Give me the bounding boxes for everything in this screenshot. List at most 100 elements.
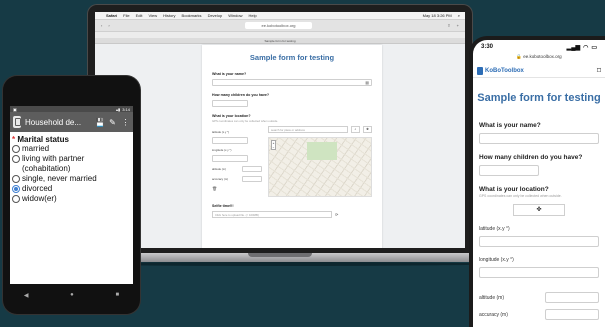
address-bar[interactable]: ee.kobotoolbox.org xyxy=(116,22,442,29)
question-children: How many children do you have? xyxy=(212,93,372,107)
app-title: Household de... xyxy=(25,117,82,127)
form-title: Sample form for testing xyxy=(249,53,335,62)
refresh-icon[interactable]: ⟳ xyxy=(335,212,338,217)
radio-option-divorced[interactable]: divorced xyxy=(12,184,131,194)
latitude-input[interactable] xyxy=(479,236,599,247)
altitude-input[interactable] xyxy=(242,166,262,172)
latitude-label: latitude (x.y °) xyxy=(212,130,230,134)
address-text: ee.kobotoolbox.org xyxy=(523,54,562,59)
locate-button[interactable]: ✜ xyxy=(513,204,565,216)
zoom-control[interactable]: + − xyxy=(271,140,276,150)
home-nav-icon[interactable]: ● xyxy=(70,292,74,298)
more-icon[interactable]: ⋮ xyxy=(121,118,130,127)
menu-help[interactable]: Help xyxy=(248,13,256,18)
status-time: 3:30 xyxy=(481,44,494,50)
android-form-body: * Marital status married living with par… xyxy=(10,132,133,207)
mac-menu-bar: Safari File Edit View History Bookmarks … xyxy=(95,12,465,20)
menu-history[interactable]: History xyxy=(163,13,175,18)
menu-window[interactable]: Window xyxy=(228,13,242,18)
tab-label: Sample form for testing xyxy=(264,39,296,43)
forward-icon[interactable]: › xyxy=(108,23,109,28)
radio-button[interactable] xyxy=(12,175,20,183)
trash-icon[interactable]: 🗑 xyxy=(212,186,262,191)
question-label: What is your location? xyxy=(479,186,549,193)
address-bar[interactable]: 🔒 ee.kobotoolbox.org xyxy=(473,54,605,64)
name-input[interactable]: ▦ xyxy=(212,79,372,86)
question-name: What is your name? xyxy=(479,122,599,144)
file-upload-input[interactable]: Click here to upload file. (< 100MB) xyxy=(212,211,332,218)
bookmark-icon[interactable]: ⌑ xyxy=(597,66,601,75)
address-text: ee.kobotoolbox.org xyxy=(245,22,312,29)
question-location: What is your location? GPS coordinates c… xyxy=(479,186,599,320)
android-app-bar: Household de... 💾 ✎ ⋮ xyxy=(10,112,133,132)
search-icon[interactable]: ⌕ xyxy=(458,13,460,18)
menu-bookmarks[interactable]: Bookmarks xyxy=(182,13,202,18)
menu-app-name[interactable]: Safari xyxy=(106,13,117,18)
question-children: How many children do you have? xyxy=(479,154,599,176)
menu-view[interactable]: View xyxy=(148,13,157,18)
radio-button-selected[interactable] xyxy=(12,185,20,193)
question-label: How many children do you have? xyxy=(479,154,583,161)
required-mark: * xyxy=(12,135,16,144)
back-nav-icon[interactable]: ◀ xyxy=(24,292,29,299)
brand-header: KoBoToolbox ⌑ xyxy=(473,64,605,78)
menu-develop[interactable]: Develop xyxy=(208,13,223,18)
share-icon[interactable]: ⇪ xyxy=(447,23,450,28)
question-label: What is your name? xyxy=(212,72,247,76)
latitude-input[interactable] xyxy=(212,137,248,144)
radio-button[interactable] xyxy=(12,145,20,153)
map-search-input[interactable]: search for place or address xyxy=(268,126,348,133)
iphone-screen: 3:30 ▂▄▆ ◠ ▭ 🔒 ee.kobotoolbox.org KoBoTo… xyxy=(473,40,605,327)
crosshair-icon: ✜ xyxy=(536,207,542,213)
skip-icon[interactable]: ✎ xyxy=(108,118,117,127)
notification-icon: ▣ xyxy=(13,106,17,112)
altitude-label: altitude (m) xyxy=(479,294,505,301)
children-input[interactable] xyxy=(212,100,248,107)
laptop-device: Safari File Edit View History Bookmarks … xyxy=(88,5,472,253)
new-tab-icon[interactable]: + xyxy=(457,23,459,28)
radio-option-single[interactable]: single, never married xyxy=(12,174,131,184)
brand-name: KoBoToolbox xyxy=(485,67,524,74)
browser-tab[interactable]: Sample form for testing xyxy=(95,38,465,44)
menu-clock: May 18 3:26 PM xyxy=(422,13,452,18)
latitude-label: latitude (x.y °) xyxy=(479,226,510,232)
longitude-input[interactable] xyxy=(212,155,248,162)
android-nav-bar: ◀ ● ■ xyxy=(3,288,140,302)
radio-option-married[interactable]: married xyxy=(12,144,131,154)
ios-status-bar: 3:30 ▂▄▆ ◠ ▭ xyxy=(473,40,605,54)
radio-option-living-with-partner[interactable]: living with partner (cohabitation) xyxy=(12,154,131,174)
accuracy-input[interactable] xyxy=(545,309,599,320)
accuracy-label: accuracy (m) xyxy=(479,311,508,318)
question-label: What is your name? xyxy=(479,122,541,129)
android-device: ▣ ▴▮ 3:14 Household de... 💾 ✎ ⋮ * Marita… xyxy=(3,76,140,314)
longitude-input[interactable] xyxy=(479,267,599,278)
save-icon[interactable]: 💾 xyxy=(95,118,105,127)
map-view[interactable]: + − xyxy=(268,137,372,197)
menu-file[interactable]: File xyxy=(123,13,129,18)
radio-button[interactable] xyxy=(12,195,20,203)
accuracy-input[interactable] xyxy=(242,176,262,182)
question-name: What is your name? ▦ xyxy=(212,72,372,86)
name-input[interactable] xyxy=(479,133,599,144)
wifi-icon: ◠ xyxy=(583,44,589,51)
mobile-form-body: What is your name? How many children do … xyxy=(473,122,605,320)
recents-nav-icon[interactable]: ■ xyxy=(116,292,120,298)
map-search-button[interactable]: ⌕ xyxy=(351,126,360,133)
signal-icon: ▴▮ xyxy=(115,106,121,112)
question-label: Selfie time!!! xyxy=(212,204,234,208)
menu-edit[interactable]: Edit xyxy=(136,13,143,18)
map-park xyxy=(307,142,337,160)
children-input[interactable] xyxy=(479,165,539,176)
locate-button[interactable]: ✜ xyxy=(363,126,372,133)
radio-option-widower[interactable]: widow(er) xyxy=(12,194,131,204)
radio-button[interactable] xyxy=(12,155,20,163)
option-label: married xyxy=(22,144,50,153)
question-marital-status: * Marital status xyxy=(12,135,131,144)
accuracy-label: accuracy (m) xyxy=(212,177,229,181)
question-location: What is your location? GPS coordinates c… xyxy=(212,114,372,197)
back-icon[interactable]: ‹ xyxy=(101,23,102,28)
altitude-input[interactable] xyxy=(545,292,599,303)
question-label: Marital status xyxy=(17,135,69,144)
iphone-device: 3:30 ▂▄▆ ◠ ▭ 🔒 ee.kobotoolbox.org KoBoTo… xyxy=(469,36,605,327)
option-label: living with partner (cohabitation) xyxy=(22,154,85,173)
